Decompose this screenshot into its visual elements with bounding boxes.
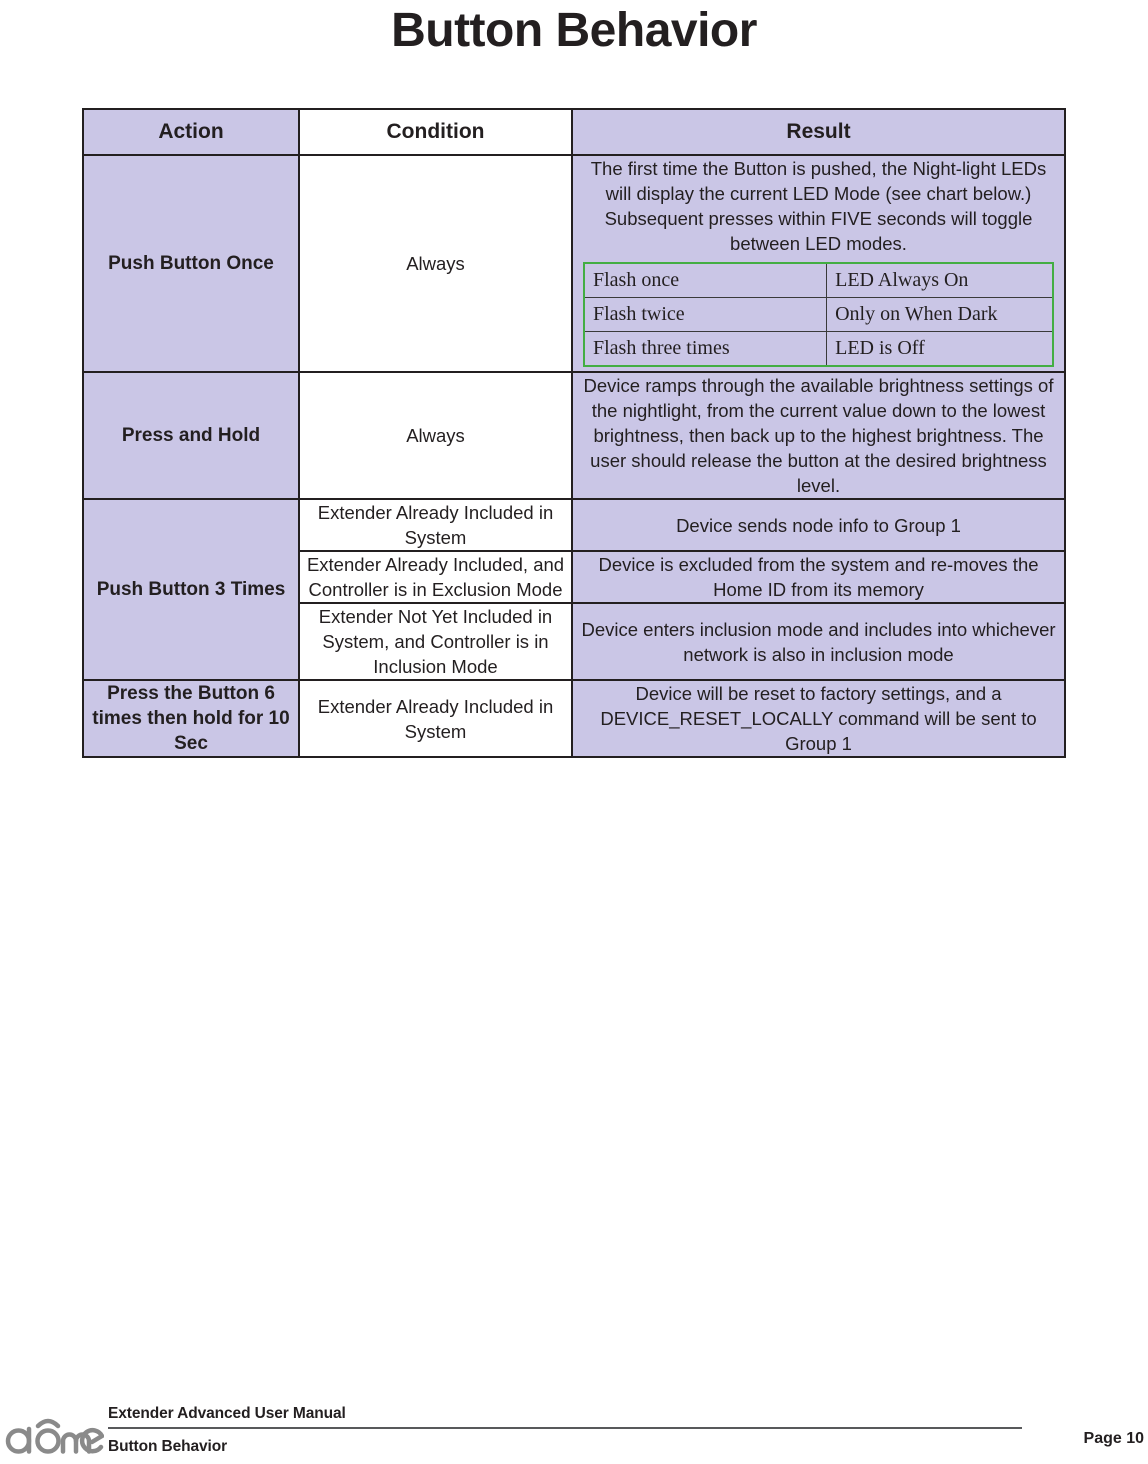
column-header-result: Result [571,108,1066,156]
footer-text-block: Extender Advanced User Manual Button Beh… [108,1404,1022,1457]
condition-cell-already-included: Extender Already Included in System [298,498,573,552]
led-flash-count: Flash three times [583,331,828,367]
led-mode-row: Flash three times LED is Off [583,331,1054,367]
result-paragraph: The first time the Button is pushed, the… [590,158,1047,254]
led-mode-table-wrapper: Flash once LED Always On Flash twice Onl… [573,256,1064,371]
led-flash-count: Flash twice [583,297,828,332]
action-cell-press-and-hold: Press and Hold [82,371,300,500]
result-cell-node-info: Device sends node info to Group 1 [571,498,1066,552]
table-row: Push Button Once Always The first time t… [82,154,1066,373]
result-cell-press-and-hold: Device ramps through the available brigh… [571,371,1066,500]
table-row: Press and Hold Always Device ramps throu… [82,371,1066,500]
table-row: Press the Button 6 times then hold for 1… [82,679,1066,758]
led-flash-count: Flash once [583,262,828,298]
page-footer: Extender Advanced User Manual Button Beh… [0,1398,1148,1464]
result-cell-excluded: Device is excluded from the system and r… [571,550,1066,604]
footer-divider [108,1427,1022,1429]
footer-manual-title: Extender Advanced User Manual [108,1405,346,1422]
led-mode-table: Flash once LED Always On Flash twice Onl… [583,262,1054,367]
result-cell-push-button-once: The first time the Button is pushed, the… [571,154,1066,373]
dome-logo [4,1412,105,1456]
button-behavior-table: Action Condition Result Push Button Once… [82,108,1066,758]
condition-cell-exclusion-mode: Extender Already Included, and Controlle… [298,550,573,604]
led-mode-value: LED is Off [826,331,1054,367]
table-row: Push Button 3 Times Extender Already Inc… [82,498,1066,681]
condition-cell-inclusion-mode: Extender Not Yet Included in System, and… [298,602,573,681]
led-mode-value: LED Always On [826,262,1054,298]
action-cell-push-button-once: Push Button Once [82,154,300,373]
result-cell-factory-reset: Device will be reset to factory settings… [571,679,1066,758]
action-cell-push-button-3-times: Push Button 3 Times [82,498,300,681]
result-cell-inclusion: Device enters inclusion mode and include… [571,602,1066,681]
action-cell-press-6-times: Press the Button 6 times then hold for 1… [82,679,300,758]
column-header-condition: Condition [298,108,573,156]
page-title: Button Behavior [391,4,757,57]
led-mode-row: Flash once LED Always On [583,262,1054,298]
condition-cell-always: Always [298,371,573,500]
condition-cell-always: Always [298,154,573,373]
led-mode-row: Flash twice Only on When Dark [583,297,1054,332]
page-number: Page 10 [1083,1430,1144,1447]
table-header-row: Action Condition Result [82,108,1066,156]
led-mode-value: Only on When Dark [826,297,1054,332]
footer-section-title: Button Behavior [108,1438,228,1455]
condition-cell-already-included: Extender Already Included in System [298,679,573,758]
column-header-action: Action [82,108,300,156]
